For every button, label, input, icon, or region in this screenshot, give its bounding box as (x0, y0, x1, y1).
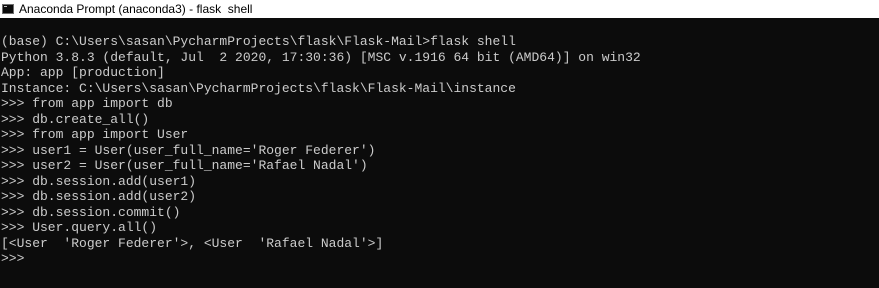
console-line: >>> from app import User (1, 127, 189, 142)
console-line: >>> from app import db (1, 96, 173, 111)
console-line: [<User 'Roger Federer'>, <User 'Rafael N… (1, 235, 384, 251)
console-line: (base) C:\Users\sasan\PycharmProjects\fl… (1, 34, 516, 49)
console-line: >>> db.session.add(user2) (1, 189, 197, 204)
terminal-window: Anaconda Prompt (anaconda3) - flask shel… (0, 0, 879, 288)
console-line: >>> user1 = User(user_full_name='Roger F… (1, 142, 376, 158)
console-line: >>> user2 = User(user_full_name='Rafael … (1, 158, 368, 173)
console-line: >>> db.create_all() (1, 111, 150, 127)
console-line: >>> User.query.all() (1, 220, 158, 235)
console-line: App: app [production] (1, 65, 165, 80)
console-line: Python 3.8.3 (default, Jul 2 2020, 17:30… (1, 49, 641, 65)
console-prompt-line[interactable]: >>> (1, 251, 879, 267)
window-title: Anaconda Prompt (anaconda3) - flask shel… (19, 2, 253, 16)
console-line: >>> db.session.commit() (1, 204, 181, 220)
console-line: >>> db.session.add(user1) (1, 173, 197, 189)
console-output[interactable]: (base) C:\Users\sasan\PycharmProjects\fl… (1, 34, 879, 267)
terminal-icon (2, 4, 14, 14)
console-line: Instance: C:\Users\sasan\PycharmProjects… (1, 80, 516, 96)
window-titlebar[interactable]: Anaconda Prompt (anaconda3) - flask shel… (0, 0, 879, 18)
